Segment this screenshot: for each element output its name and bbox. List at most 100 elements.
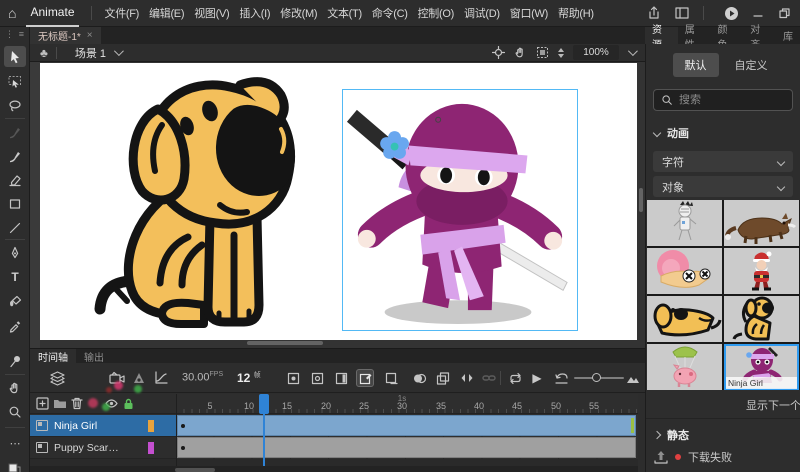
zoom-stepper[interactable] <box>558 48 564 58</box>
menu-debug[interactable]: 调试(D) <box>459 5 505 21</box>
selection-tool[interactable] <box>4 46 26 67</box>
rewind-button[interactable] <box>552 369 570 387</box>
layers-stack-icon[interactable] <box>48 369 66 387</box>
current-frame-display[interactable]: 12 帧 <box>237 370 261 385</box>
paint-bucket-tool[interactable] <box>4 290 26 311</box>
timeline-zoom-knob[interactable] <box>592 373 601 382</box>
scrollbar-handle[interactable] <box>175 468 215 472</box>
scene-name[interactable]: 场景 1 <box>75 45 106 61</box>
custom-button[interactable]: 自定义 <box>729 53 774 77</box>
delete-frame-button[interactable] <box>382 369 400 387</box>
tab-timeline[interactable]: 时间轴 <box>30 349 76 363</box>
tab-colors[interactable]: 颜色 <box>711 27 744 44</box>
menu-modify[interactable]: 修改(M) <box>275 5 322 21</box>
tab-align[interactable]: 对齐 <box>743 27 776 44</box>
menu-view[interactable]: 视图(V) <box>189 5 234 21</box>
fps-display[interactable]: 30.00FPS <box>182 371 223 384</box>
layer-outline-swatch[interactable] <box>148 442 154 454</box>
text-tool[interactable]: T <box>4 266 26 287</box>
default-button[interactable]: 默认 <box>673 53 719 77</box>
show-hide-all-icon[interactable] <box>103 396 120 412</box>
share-icon[interactable] <box>645 5 663 21</box>
menu-edit[interactable]: 编辑(E) <box>144 5 189 21</box>
menu-window[interactable]: 窗口(W) <box>505 5 553 21</box>
search-box[interactable] <box>653 89 793 111</box>
zoom-tool[interactable] <box>4 401 26 422</box>
animation-section-header[interactable]: 动画 <box>646 111 800 147</box>
graph-editor-icon[interactable] <box>152 369 170 387</box>
home-icon[interactable]: ⌂ <box>8 5 16 21</box>
app-title[interactable]: Animate <box>26 0 78 27</box>
layer-outline-swatch[interactable] <box>148 420 154 432</box>
add-layer-button[interactable] <box>34 396 51 412</box>
asset-thumbnail-snail[interactable] <box>647 248 722 294</box>
asset-thumbnail-puppy-sitting[interactable] <box>724 296 799 342</box>
scene-icon[interactable]: ♣ <box>40 46 48 60</box>
workspace-icon[interactable] <box>673 5 691 21</box>
ninja-selection-box[interactable] <box>342 89 578 331</box>
show-next-link[interactable]: 显示下一个 <box>746 397 800 413</box>
timeline-horizontal-scrollbar[interactable] <box>30 466 638 472</box>
menu-commands[interactable]: 命令(C) <box>367 5 413 21</box>
document-tab[interactable]: 无标题-1* × <box>30 27 101 44</box>
rectangle-tool[interactable] <box>4 193 26 214</box>
stage[interactable] <box>40 63 637 340</box>
onion-skin-button[interactable] <box>410 369 428 387</box>
canvas-vertical-scrollbar[interactable] <box>639 188 643 212</box>
menu-text[interactable]: 文本(T) <box>322 5 367 21</box>
preview-play-icon[interactable] <box>722 5 740 21</box>
asset-thumbnail-pig-parachute[interactable] <box>647 344 722 390</box>
loop-button[interactable] <box>506 369 524 387</box>
drag-dots-icon[interactable]: ⋮ <box>5 29 14 40</box>
static-section-header[interactable]: 静态 <box>646 418 800 443</box>
asset-thumbnail-puppy-lying[interactable] <box>647 296 722 342</box>
fluid-brush-tool[interactable] <box>4 121 26 142</box>
tab-library[interactable]: 库 <box>776 27 800 44</box>
frame-span-puppy-scared[interactable] <box>177 437 636 458</box>
play-button[interactable]: ▶ <box>528 369 546 387</box>
objects-dropdown[interactable]: 对象 <box>653 176 793 197</box>
keyframe-dot[interactable] <box>181 446 185 450</box>
camera-icon[interactable] <box>108 369 126 387</box>
line-tool[interactable] <box>4 217 26 238</box>
subselection-tool[interactable] <box>4 71 26 92</box>
eraser-tool[interactable] <box>4 169 26 190</box>
frame-ruler[interactable]: 1s 5 10 15 20 25 30 35 40 45 50 55 <box>176 394 638 414</box>
frame-size-icon[interactable] <box>624 369 642 387</box>
lasso-tool[interactable] <box>4 95 26 116</box>
asset-thumbnail-santa[interactable] <box>724 248 799 294</box>
link-layers-icon[interactable] <box>480 369 498 387</box>
insert-keyframe-button[interactable] <box>284 369 302 387</box>
search-input[interactable] <box>679 94 779 106</box>
menu-control[interactable]: 控制(O) <box>413 5 459 21</box>
eyedropper-tool[interactable] <box>4 315 26 336</box>
keyframe-dot[interactable] <box>181 424 185 428</box>
tab-properties[interactable]: 属性 <box>678 27 711 44</box>
download-icon[interactable] <box>654 451 668 464</box>
more-tools-button[interactable]: ⋯ <box>4 433 26 454</box>
frame-span-ninja-girl[interactable] <box>177 415 636 436</box>
insert-frame-button[interactable] <box>332 369 350 387</box>
panel-menu-icon[interactable]: ≡ <box>19 29 24 40</box>
asset-thumbnail-ninja-girl[interactable]: Ninja Girl <box>724 344 799 390</box>
characters-dropdown[interactable]: 字符 <box>653 151 793 172</box>
close-icon[interactable]: × <box>87 30 93 41</box>
minimize-button[interactable] <box>750 6 766 20</box>
tab-assets[interactable]: 资源 <box>645 27 678 44</box>
menu-file[interactable]: 文件(F) <box>100 5 145 21</box>
clip-content-icon[interactable] <box>536 46 549 59</box>
puppy-character[interactable] <box>92 69 304 335</box>
auto-keyframe-toggle[interactable] <box>356 369 374 387</box>
zoom-level-value[interactable]: 100% <box>573 45 619 60</box>
lock-all-icon[interactable] <box>120 396 137 412</box>
ninja-girl-character[interactable] <box>343 90 577 330</box>
layer-row-puppy-scared[interactable]: Puppy Scar… <box>30 437 176 459</box>
menu-insert[interactable]: 插入(I) <box>234 5 275 21</box>
delete-layer-button[interactable] <box>68 396 85 412</box>
asset-thumbnail-wolf[interactable] <box>724 200 799 246</box>
center-stage-icon[interactable] <box>492 46 505 59</box>
chevron-down-icon[interactable] <box>628 46 638 56</box>
brush-tool[interactable] <box>4 145 26 166</box>
layer-row-ninja-girl[interactable]: Ninja Girl <box>30 415 176 437</box>
new-folder-button[interactable] <box>51 396 68 412</box>
